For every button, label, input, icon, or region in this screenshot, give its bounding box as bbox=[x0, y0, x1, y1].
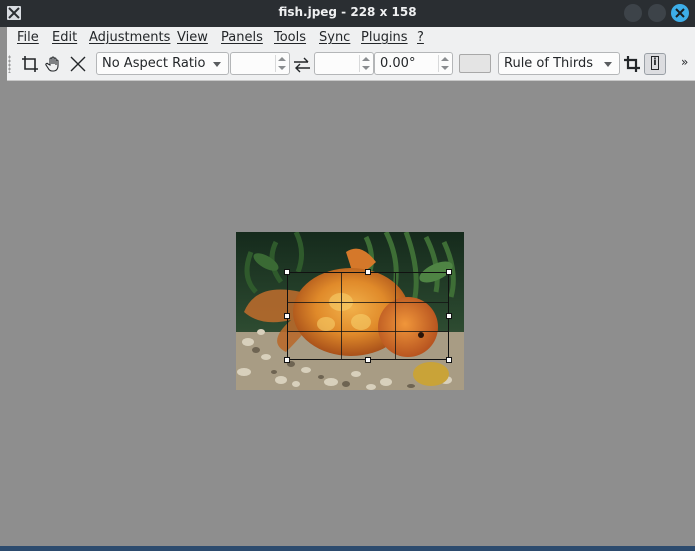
spin-down-icon[interactable] bbox=[441, 66, 449, 70]
aspect-ratio-select[interactable]: No Aspect Ratio bbox=[96, 52, 229, 75]
menu-panels[interactable]: Panels bbox=[221, 30, 263, 45]
crop-handle-bottom-left[interactable] bbox=[284, 357, 290, 363]
crop-handle-right[interactable] bbox=[446, 313, 452, 319]
toolbar-grip[interactable] bbox=[8, 55, 11, 73]
image-canvas[interactable] bbox=[0, 81, 695, 546]
spin-down-icon[interactable] bbox=[278, 66, 286, 70]
menu-view[interactable]: View bbox=[177, 30, 208, 45]
window-title: fish.jpeg - 228 x 158 bbox=[278, 5, 417, 19]
close-window-button[interactable] bbox=[671, 4, 689, 22]
crop-handle-top-left[interactable] bbox=[284, 269, 290, 275]
maximize-button[interactable] bbox=[648, 4, 666, 22]
aspect-ratio-value: No Aspect Ratio bbox=[102, 56, 206, 71]
info-toggle-button[interactable]: i bbox=[644, 53, 666, 75]
thirds-gridline bbox=[288, 302, 448, 303]
crop-height-spinbox[interactable] bbox=[314, 52, 374, 75]
chevron-down-icon bbox=[213, 62, 221, 67]
crop-handle-bottom[interactable] bbox=[365, 357, 371, 363]
crop-toolbar: No Aspect Ratio 0.00° Rule of Thirds i » bbox=[0, 49, 695, 81]
rotation-value: 0.00° bbox=[380, 56, 416, 71]
menu-help[interactable]: ? bbox=[417, 30, 424, 45]
crop-handle-top-right[interactable] bbox=[446, 269, 452, 275]
guide-value: Rule of Thirds bbox=[504, 56, 594, 71]
window-border bbox=[0, 27, 7, 546]
spin-up-icon[interactable] bbox=[278, 57, 286, 61]
thirds-gridline bbox=[288, 331, 448, 332]
desktop-panel-edge bbox=[0, 546, 695, 551]
crop-icon[interactable] bbox=[21, 55, 39, 73]
menu-adjustments[interactable]: Adjustments bbox=[89, 30, 170, 45]
swap-arrows-icon[interactable] bbox=[293, 56, 311, 74]
crop-apply-icon[interactable] bbox=[623, 55, 641, 73]
info-icon: i bbox=[651, 56, 659, 70]
menu-plugins[interactable]: Plugins bbox=[361, 30, 408, 45]
crop-handle-top[interactable] bbox=[365, 269, 371, 275]
chevron-down-icon bbox=[604, 62, 612, 67]
close-icon bbox=[675, 8, 685, 18]
minimize-button[interactable] bbox=[624, 4, 642, 22]
menu-sync[interactable]: Sync bbox=[319, 30, 350, 45]
spin-up-icon[interactable] bbox=[362, 57, 370, 61]
title-bar[interactable]: fish.jpeg - 228 x 158 bbox=[0, 0, 695, 27]
thirds-gridline bbox=[341, 273, 342, 359]
menu-bar: File Edit Adjustments View Panels Tools … bbox=[0, 27, 695, 49]
menu-edit[interactable]: Edit bbox=[52, 30, 77, 45]
menu-tools[interactable]: Tools bbox=[274, 30, 306, 45]
crop-selection[interactable] bbox=[287, 272, 449, 360]
crop-handle-bottom-right[interactable] bbox=[446, 357, 452, 363]
app-window: fish.jpeg - 228 x 158 File Edit Adjustme… bbox=[0, 0, 695, 546]
guide-select[interactable]: Rule of Thirds bbox=[498, 52, 620, 75]
crop-width-spinbox[interactable] bbox=[230, 52, 290, 75]
rotation-spinbox[interactable]: 0.00° bbox=[374, 52, 453, 75]
close-x-icon[interactable] bbox=[69, 55, 87, 73]
menu-file[interactable]: File bbox=[17, 30, 39, 45]
spin-up-icon[interactable] bbox=[441, 57, 449, 61]
hand-icon[interactable] bbox=[45, 55, 63, 73]
thirds-gridline bbox=[395, 273, 396, 359]
overflow-chevron-icon[interactable]: » bbox=[681, 55, 688, 69]
crop-handle-left[interactable] bbox=[284, 313, 290, 319]
overlay-color-swatch[interactable] bbox=[459, 54, 491, 73]
spin-down-icon[interactable] bbox=[362, 66, 370, 70]
